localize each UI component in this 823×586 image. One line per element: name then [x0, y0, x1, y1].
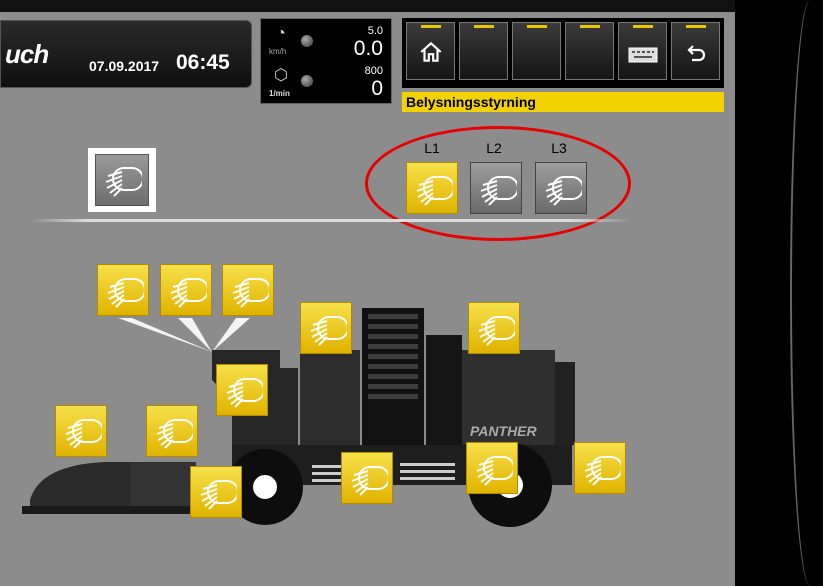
machine-light-body-front[interactable] — [300, 302, 352, 354]
machine-light-rear[interactable] — [574, 442, 626, 494]
speed-value: 0.0 — [353, 37, 383, 60]
speed-gauge: ◔ km/h 5.0 0.0 — [261, 21, 391, 63]
screen: uch 07.09.2017 06:45 ◔ km/h 5.0 0.0 ⬡ 1/… — [0, 0, 735, 586]
headlight-icon — [170, 278, 207, 308]
headlight-icon — [584, 456, 621, 486]
headlight-icon — [351, 466, 388, 496]
keyboard-button[interactable] — [618, 22, 667, 80]
page-title: Belysningsstyrning — [406, 94, 536, 110]
rpm-max: 800 — [364, 65, 383, 77]
machine-light-header-right[interactable] — [146, 405, 198, 457]
machine-light-roof-center[interactable] — [160, 264, 212, 316]
machine-light-front-lower[interactable] — [190, 466, 242, 518]
machine-light-roof-left[interactable] — [97, 264, 149, 316]
keyboard-icon — [628, 47, 658, 63]
headlight-icon — [65, 419, 102, 449]
headlight-icon — [310, 316, 347, 346]
rpm-gauge: ⬡ 1/min 800 0 — [261, 63, 391, 105]
top-edge — [0, 0, 735, 12]
date-display: 07.09.2017 — [89, 58, 160, 74]
machine-light-side-middle[interactable] — [341, 452, 393, 504]
back-arrow-icon — [687, 45, 706, 62]
master-light-button-face — [95, 154, 149, 206]
bezel-edge — [790, 0, 823, 586]
machine-light-header-left[interactable] — [55, 405, 107, 457]
annotation-ring — [365, 126, 631, 241]
headlight-icon — [200, 480, 237, 510]
brand-logo: uch — [5, 39, 49, 69]
headlight-icon — [107, 278, 144, 308]
speed-indicator-dot — [301, 35, 313, 47]
machine-light-rear-wheel[interactable] — [466, 442, 518, 494]
top-bar: uch 07.09.2017 06:45 ◔ km/h 5.0 0.0 ⬡ 1/… — [0, 0, 735, 113]
header-box: uch 07.09.2017 06:45 — [0, 20, 252, 88]
headlight-icon — [478, 316, 515, 346]
gauge-panel: ◔ km/h 5.0 0.0 ⬡ 1/min 800 0 — [260, 18, 392, 104]
rpm-value: 0 — [371, 77, 383, 100]
time-display: 06:45 — [176, 51, 230, 74]
machine-light-roof-right[interactable] — [222, 264, 274, 316]
nav-bar — [402, 18, 724, 88]
headlight-icon — [105, 167, 142, 197]
master-light-toggle[interactable] — [88, 148, 156, 212]
engine-icon: ⬡ — [274, 67, 288, 84]
nav-slot-4[interactable] — [565, 22, 614, 80]
machine-brand-label: PANTHER — [470, 423, 537, 439]
speed-unit: km/h — [269, 47, 287, 56]
speedometer-icon: ◔ — [276, 25, 286, 42]
speed-max: 5.0 — [367, 25, 383, 37]
headlight-icon — [232, 278, 269, 308]
home-button[interactable] — [406, 22, 455, 80]
machine-light-body-rear[interactable] — [468, 302, 520, 354]
headlight-icon — [156, 419, 193, 449]
rpm-unit: 1/min — [269, 89, 290, 98]
headlight-icon — [476, 456, 513, 486]
machine-light-cab[interactable] — [216, 364, 268, 416]
section-divider — [30, 219, 630, 222]
page-title-bar: Belysningsstyrning — [402, 92, 724, 112]
nav-slot-2[interactable] — [459, 22, 508, 80]
nav-slot-3[interactable] — [512, 22, 561, 80]
rpm-indicator-dot — [301, 75, 313, 87]
home-icon — [420, 41, 442, 62]
headlight-icon — [226, 378, 263, 408]
back-button[interactable] — [671, 22, 720, 80]
